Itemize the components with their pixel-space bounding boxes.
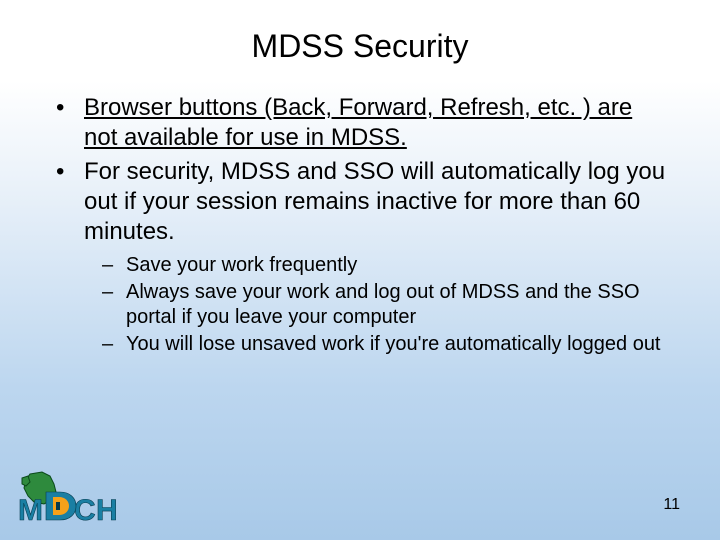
main-bullet-list: Browser buttons (Back, Forward, Refresh,… [48,93,672,357]
sub-bullet-item: You will lose unsaved work if you're aut… [122,332,672,357]
bullet-text: For security, MDSS and SSO will automati… [84,158,665,245]
svg-text:H: H [96,494,118,526]
slide: MDSS Security Browser buttons (Back, For… [0,0,720,540]
mdch-logo-icon: M C H [18,470,136,526]
sub-bullet-item: Save your work frequently [122,253,672,278]
bullet-text: Browser buttons (Back, Forward, Refresh,… [84,94,632,151]
slide-title: MDSS Security [48,28,672,65]
bullet-item: Browser buttons (Back, Forward, Refresh,… [78,93,672,153]
sub-bullet-list: Save your work frequently Always save yo… [84,253,672,357]
page-number: 11 [663,496,680,514]
svg-text:M: M [18,494,43,526]
bullet-item: For security, MDSS and SSO will automati… [78,157,672,357]
svg-text:C: C [74,494,96,526]
sub-bullet-item: Always save your work and log out of MDS… [122,280,672,330]
